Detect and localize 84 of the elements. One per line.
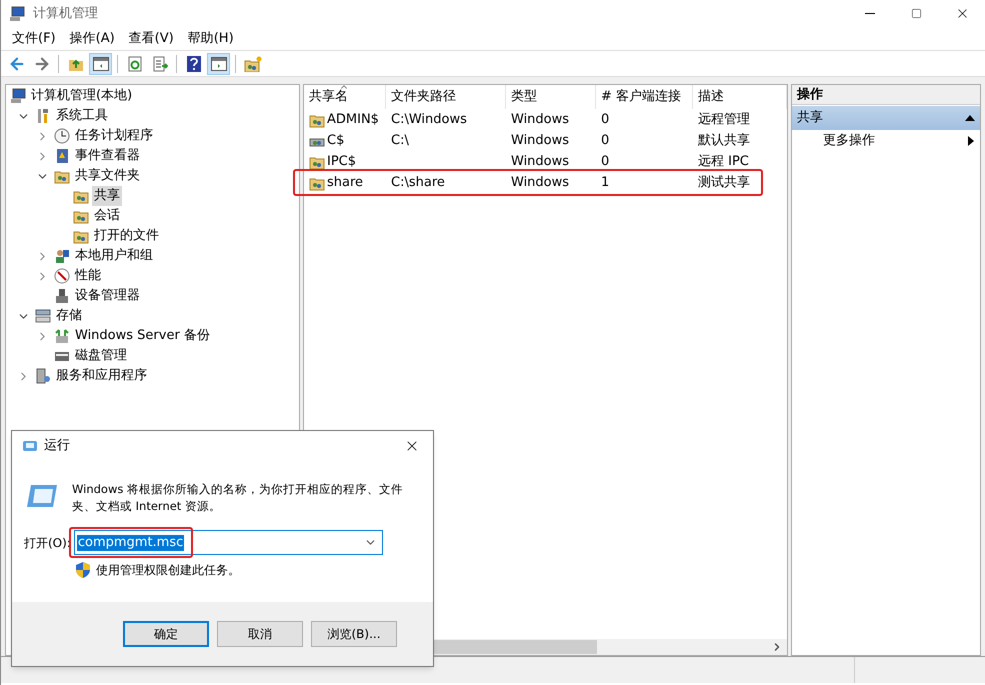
device-icon [54, 288, 70, 304]
tree-item[interactable]: 任务计划程序 [73, 126, 155, 146]
forward-icon [32, 54, 50, 72]
tree-item[interactable]: Windows Server 备份 [73, 326, 212, 346]
services-icon [35, 368, 51, 384]
table-cell-text: share [327, 174, 364, 192]
table-cell-text: 0 [601, 132, 610, 150]
window-title: 计算机管理 [33, 4, 98, 23]
tree-item[interactable]: 共享文件夹 [73, 166, 142, 186]
table-cell-text: C:\Windows [391, 110, 467, 129]
dialog-description: Windows 将根据你所输入的名称，为你打开相应的程序、文件夹、文档或 Internet 资源。 [72, 481, 404, 515]
users-icon [54, 248, 70, 264]
tree-item[interactable]: 服务和应用程序 [54, 366, 149, 386]
tree-item[interactable]: 计算机管理(本地) [29, 86, 134, 106]
toolbar-button[interactable] [207, 52, 230, 74]
run-icon [25, 483, 59, 509]
menu-item[interactable]: 查看(V) [122, 28, 181, 48]
panel-icon [92, 56, 108, 70]
shield-icon [76, 562, 90, 578]
toolbar-button[interactable] [89, 52, 112, 74]
field-text: compmgmt.msc [76, 534, 184, 550]
maximize-icon [910, 8, 922, 19]
collapse-triangle-icon [965, 115, 975, 121]
gauge-icon [54, 268, 70, 284]
table-cell-text: Windows [511, 110, 570, 129]
column-header[interactable]: 共享名 [304, 85, 386, 109]
open-label: 打开(O): [24, 534, 71, 552]
dialog-button[interactable]: 确定 [123, 621, 209, 647]
admin-note: 使用管理权限创建此任务。 [96, 562, 240, 579]
dialog-title: 运行 [44, 437, 70, 456]
section-label: 共享 [797, 109, 823, 128]
table-cell-text: 远程 IPC [698, 152, 749, 171]
tree-item[interactable]: 系统工具 [54, 106, 110, 126]
table-cell-text: Windows [511, 152, 570, 171]
table-cell-text: 0 [601, 110, 610, 129]
table-cell-text: Windows [511, 174, 570, 192]
table-cell-text: C:\ [391, 132, 409, 150]
panel-icon [210, 56, 226, 70]
actions-section-header[interactable]: 共享 [792, 106, 980, 130]
tree-item[interactable]: 打开的文件 [92, 226, 161, 246]
help-icon [186, 56, 200, 72]
tree-item[interactable]: 设备管理器 [73, 286, 142, 306]
clock-icon [54, 128, 70, 144]
tree-item[interactable]: 会话 [92, 206, 122, 226]
table-cell-text: ADMIN$ [327, 110, 379, 129]
menu-item[interactable]: 帮助(H) [180, 28, 241, 48]
refresh-icon [126, 56, 142, 72]
column-header[interactable]: 描述 [693, 85, 787, 109]
table-cell-text: C$ [327, 132, 344, 150]
submenu-arrow-icon [968, 136, 974, 146]
tree-item[interactable]: 事件查看器 [73, 146, 142, 166]
menu-item[interactable]: 文件(F) [5, 28, 63, 48]
table-cell-text: Windows [511, 132, 570, 150]
dialog-button[interactable]: 浏览(B)... [311, 621, 397, 647]
dialog-button[interactable]: 取消 [217, 621, 303, 647]
menu-item[interactable]: 操作(A) [62, 28, 122, 48]
export-list-icon [152, 56, 168, 72]
action-item[interactable]: 更多操作 [823, 131, 875, 151]
backup-icon [54, 328, 70, 344]
computer-icon [10, 88, 26, 104]
back-icon [8, 54, 26, 72]
tree-item[interactable]: 磁盘管理 [73, 346, 129, 366]
tree-item[interactable]: 共享 [92, 186, 122, 206]
table-cell-text: 测试共享 [698, 174, 750, 192]
tree-item[interactable]: 本地用户和组 [73, 246, 155, 266]
tree-item[interactable]: 性能 [73, 266, 103, 286]
tree-item[interactable]: 存储 [54, 306, 84, 326]
minimize-icon [865, 13, 875, 14]
column-header[interactable]: 类型 [506, 85, 596, 109]
column-header[interactable]: 文件夹路径 [386, 85, 506, 109]
table-cell-text: 0 [601, 152, 610, 171]
new-share-icon [244, 56, 262, 72]
storage-icon [35, 308, 51, 324]
run-icon [22, 440, 38, 452]
table-cell-text: 1 [601, 174, 610, 192]
actions-title: 操作 [792, 85, 980, 105]
log-icon [54, 148, 70, 164]
table-cell-text: 默认共享 [698, 132, 750, 150]
computer-icon [9, 6, 25, 22]
table-cell-text: 远程管理 [698, 110, 750, 129]
tools-icon [35, 108, 51, 124]
column-header[interactable]: # 客户端连接 [596, 85, 693, 109]
table-cell-text: IPC$ [327, 152, 356, 171]
table-cell-text: C:\share [391, 174, 445, 192]
